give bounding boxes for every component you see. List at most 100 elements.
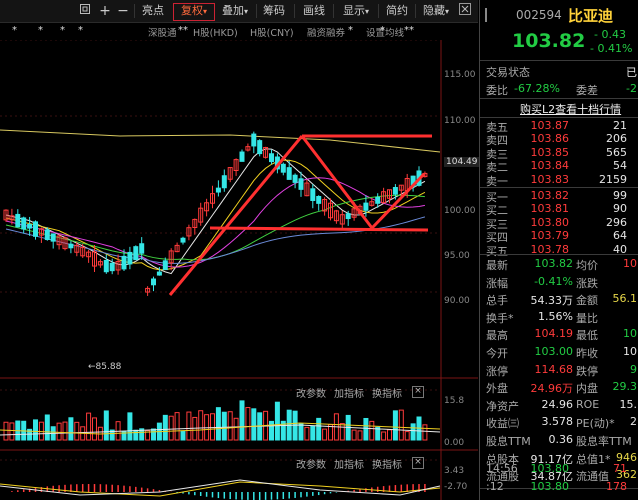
minus-icon[interactable]: −	[116, 3, 130, 19]
candle-body	[50, 233, 56, 242]
ind2-switch-indicator[interactable]: 换指标	[372, 456, 402, 471]
support-line	[209, 226, 429, 232]
tick-volume: 71	[613, 462, 627, 475]
volume-bar	[363, 417, 369, 441]
collapse-bar-icon[interactable]	[484, 8, 492, 22]
stat-value: 2	[630, 415, 637, 429]
volume-bar	[322, 428, 328, 441]
candle-body	[127, 251, 133, 265]
tick-price: 103.80	[530, 480, 570, 493]
macd-indicator	[0, 479, 441, 500]
candle-body	[215, 187, 221, 193]
chevron-down-icon: ▾	[444, 7, 449, 16]
ind1-add-indicator[interactable]: 加指标	[334, 385, 364, 400]
event-star[interactable]: *	[380, 25, 385, 36]
stat-label: PE(动)*	[576, 417, 615, 431]
stat-label: 最新	[486, 259, 508, 272]
bid-level-row: 买三 103.80 296	[480, 215, 638, 231]
buy-l2-link[interactable]: 购买L2查看十档行情	[520, 101, 621, 117]
add-icon[interactable]: +	[98, 3, 112, 19]
stat-value: 10	[623, 345, 637, 358]
toolbar-button-display[interactable]: 显示▾	[337, 3, 375, 19]
toolbar-button-simple[interactable]: 简约	[382, 3, 412, 19]
volume-bar	[304, 426, 310, 441]
tab-h-share-hkd[interactable]: H股(HKD)	[193, 25, 238, 39]
stat-label: 股息率TTM	[576, 435, 632, 448]
display-label: 显示	[342, 4, 365, 17]
stat-row: 最高 104.19 最低 10	[480, 327, 638, 343]
stat-value: 29.3	[612, 380, 638, 394]
event-star[interactable]: *	[78, 25, 83, 36]
tab-shenzhen-connect[interactable]: 深股通	[148, 25, 177, 39]
volume-bar	[269, 420, 274, 441]
candle-body	[257, 140, 263, 155]
stat-label: 最高	[486, 329, 508, 343]
tab-h-share-cny[interactable]: H股(CNY)	[250, 25, 294, 39]
event-star[interactable]: *	[348, 25, 353, 36]
bid-volume: 296	[606, 215, 627, 229]
ask-level-row: 卖三 103.85 565	[480, 146, 638, 161]
ind1-edit-params[interactable]: 改参数	[296, 385, 326, 400]
close-icon[interactable]: ×	[412, 457, 424, 469]
chevron-down-icon: ▾	[202, 7, 207, 16]
ask-level-row: 卖二 103.84 54	[480, 159, 638, 174]
stat-label: 金额	[576, 294, 598, 308]
toolbar-button-overlay[interactable]: 叠加▾	[217, 3, 253, 19]
stat-value: 15.	[619, 397, 638, 411]
candle-body	[15, 213, 21, 228]
stat-value: 24.96万	[530, 382, 574, 396]
overlay-label: 叠加	[221, 4, 244, 17]
ind1-switch-indicator[interactable]: 换指标	[372, 385, 402, 400]
stat-value: 9	[630, 362, 637, 376]
close-icon[interactable]: ×	[412, 386, 424, 398]
fullscreen-icon[interactable]	[78, 3, 92, 19]
ind2-edit-params[interactable]: 改参数	[296, 456, 326, 471]
candle-body	[121, 255, 127, 270]
tick-row: 14:56 103.80 71	[480, 462, 638, 476]
volume-bar	[227, 411, 233, 441]
kline-chart[interactable]	[0, 40, 478, 500]
event-star[interactable]: *	[38, 25, 43, 36]
chart-toolbar: + − 亮点 复权▾ 叠加▾ 筹码 画线 显示▾ 简约 隐藏▾	[0, 0, 478, 23]
volume-bar	[245, 407, 251, 441]
stat-value: 104.19	[534, 327, 574, 341]
close-icon[interactable]	[458, 3, 472, 19]
event-star[interactable]: **	[178, 25, 188, 36]
stat-row: 涨停 114.68 跌停 9	[480, 362, 638, 378]
volume-bar	[9, 422, 15, 441]
trade-status-label: 交易状态	[486, 66, 530, 79]
candle-body	[68, 243, 74, 249]
ind2-add-indicator[interactable]: 加指标	[334, 456, 364, 471]
event-star[interactable]: **	[404, 25, 414, 36]
order-ratio-row: 委比 -67.28% 委差 -2	[480, 82, 638, 97]
toolbar-button-chips[interactable]: 筹码	[259, 3, 289, 19]
tab-margin-trading[interactable]: 融资融券	[307, 25, 345, 39]
stat-value: 0.36	[548, 433, 574, 446]
volume-bar	[180, 430, 186, 441]
stat-row: 最新 103.82 均价 10	[480, 257, 638, 272]
stat-label: ROE	[576, 397, 600, 411]
toolbar-button-adjust[interactable]: 复权▾	[173, 3, 215, 21]
toolbar-button-hide[interactable]: 隐藏▾	[418, 3, 454, 19]
volume-bar	[387, 429, 392, 441]
volume-bar	[381, 431, 387, 441]
candle-body	[139, 243, 145, 254]
stat-label: 均价	[576, 259, 598, 272]
tab-ma-settings[interactable]: 设置均线	[366, 25, 404, 39]
trade-status-row: 交易状态 已	[480, 64, 638, 79]
bid-volume: 99	[613, 189, 627, 202]
stat-value: 114.68	[534, 362, 574, 376]
toolbar-button-draw[interactable]: 画线	[299, 3, 329, 19]
stat-value: 3.578	[541, 415, 574, 429]
order-ratio-value: -67.28%	[514, 82, 560, 95]
stat-value: 54.33万	[530, 294, 574, 308]
ask-volume: 206	[606, 132, 627, 146]
user-trendlines	[168, 134, 432, 296]
bid-volume: 90	[613, 202, 627, 216]
toolbar-button-highlight[interactable]: 亮点	[138, 3, 168, 19]
volume-bar	[239, 400, 245, 441]
volume-bar	[62, 421, 68, 441]
event-star[interactable]: *	[60, 25, 65, 36]
event-star[interactable]: *	[12, 25, 17, 36]
long-moving-average-line	[0, 129, 441, 153]
